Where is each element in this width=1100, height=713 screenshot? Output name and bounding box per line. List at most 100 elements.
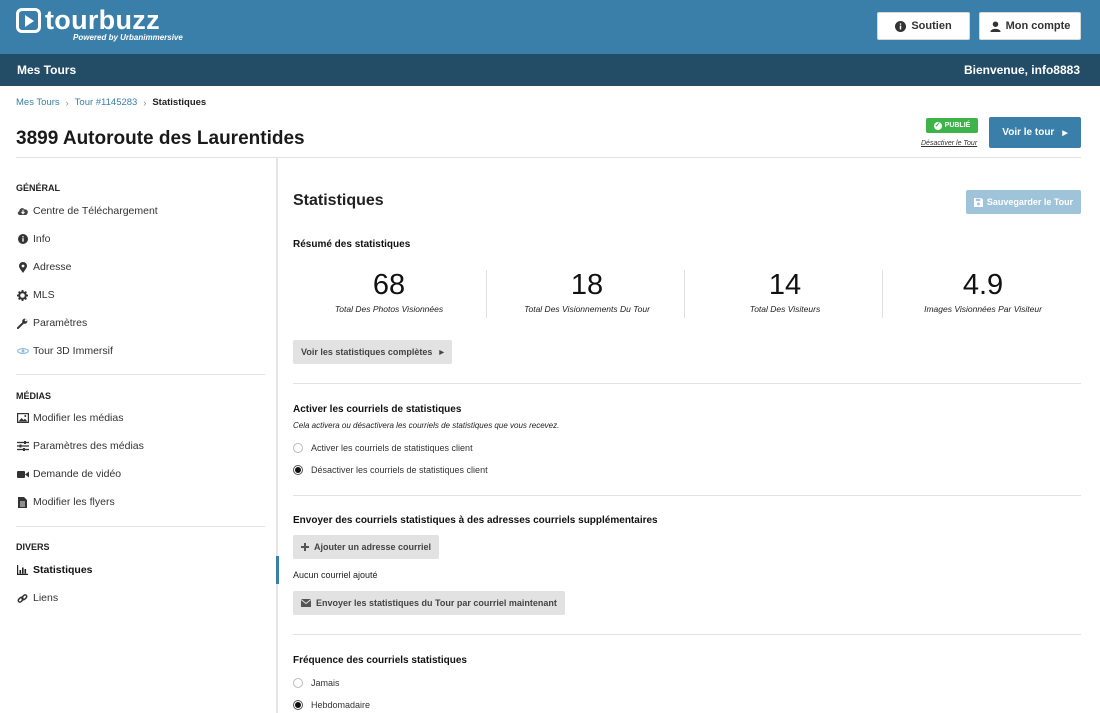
tourbuzz-logo[interactable]: tourbuzz Powered by Urbanimmersive [16,7,183,42]
sliders-icon [16,441,29,451]
top-header: tourbuzz Powered by Urbanimmersive Souti… [0,0,1100,54]
divider [293,634,1081,635]
email-toggle-description: Cela activera ou désactivera les courrie… [293,421,560,430]
radio-label: Hebdomadaire [311,700,371,710]
caret-right-icon: ▶ [439,349,445,356]
sidebar-item-info[interactable]: Info [16,231,51,247]
gear-icon [16,289,29,301]
sidebar-item-mls[interactable]: MLS [16,287,55,303]
info-icon [895,20,907,32]
sidebar-item-label: Modifier les médias [33,412,124,424]
bar-chart-icon [16,565,29,575]
divider [16,526,265,527]
radio-button-selected[interactable] [293,465,303,475]
sidebar-item-label: Tour 3D Immersif [33,345,113,357]
stat-value: 4.9 [962,269,1004,301]
info-icon [16,234,29,244]
logo-text: tourbuzz Powered by Urbanimmersive [45,5,183,43]
video-icon [16,470,29,479]
sidebar-item-settings[interactable]: Paramètres [16,315,87,331]
stat-label: Images Visionnées Par Visiteur [924,304,1042,314]
sidebar-item-download-center[interactable]: Centre de Téléchargement [16,203,158,219]
sidebar-item-statistics[interactable]: Statistiques [16,562,93,578]
nav-bar: Mes Tours Bienvenue, info8883 [0,54,1100,86]
divider [486,270,487,318]
logo-play-icon [16,8,41,33]
status-badge-label: PUBLIÉ [944,122,971,129]
caret-right-icon: ▶ [1062,129,1068,137]
save-tour-button[interactable]: Sauvegarder le Tour [966,190,1081,214]
sidebar-item-label: Paramètres des médias [33,440,144,452]
stat-value: 68 [372,269,406,301]
send-stats-now-label: Envoyer les statistiques du Tour par cou… [316,598,557,608]
radio-button[interactable] [293,678,303,688]
sidebar-item-video-request[interactable]: Demande de vidéo [16,466,121,482]
chevron-right-icon: › [65,97,69,108]
save-tour-label: Sauvegarder le Tour [986,197,1074,207]
sidebar-item-label: MLS [33,289,55,301]
check-circle-icon: ✓ [933,121,942,130]
no-email-text: Aucun courriel ajouté [293,570,378,580]
status-badge: ✓ PUBLIÉ [926,118,978,133]
file-icon [16,496,29,508]
stat-value: 14 [768,269,802,301]
breadcrumb: Mes Tours › Tour #1145283 › Statistiques [16,97,206,108]
link-icon [16,593,29,604]
view-tour-label: Voir le tour [1002,127,1055,138]
sidebar-section-media: MÉDIAS [16,391,52,401]
sidebar-section-general: GÉNÉRAL [16,183,61,193]
logo-name: tourbuzz [45,5,160,35]
stat-photos-viewed: 68 Total Des Photos Visionnées [290,268,488,320]
send-stats-now-button[interactable]: Envoyer les statistiques du Tour par cou… [293,591,565,615]
support-button[interactable]: Soutien [877,12,970,40]
add-email-label: Ajouter un adresse courriel [314,542,432,552]
active-indicator [276,556,279,584]
add-email-button[interactable]: Ajouter un adresse courriel [293,535,440,559]
divider [882,270,883,318]
sidebar-item-edit-media[interactable]: Modifier les médias [16,410,123,426]
chevron-right-icon: › [143,97,147,108]
divider [293,383,1081,384]
breadcrumb-tour[interactable]: Tour #1145283 [75,97,138,108]
sidebar-item-3d-tour[interactable]: Tour 3D Immersif [16,343,113,359]
account-button[interactable]: Mon compte [979,12,1081,40]
divider [684,270,685,318]
radio-label: Activer les courriels de statistiques cl… [311,443,473,453]
stat-label: Total Des Photos Visionnées [334,304,444,314]
deactivate-tour-link[interactable]: Désactiver le Tour [921,140,977,147]
divider [293,495,1081,496]
view-tour-button[interactable]: Voir le tour ▶ [989,117,1081,148]
floppy-disk-icon [973,197,983,207]
stat-visitors: 14 Total Des Visiteurs [686,268,884,320]
sidebar-item-links[interactable]: Liens [16,590,58,606]
radio-enable-emails[interactable]: Activer les courriels de statistiques cl… [293,443,473,453]
radio-disable-emails[interactable]: Désactiver les courriels de statistiques… [293,465,488,475]
sidebar-item-address[interactable]: Adresse [16,259,72,275]
sidebar-item-label: Modifier les flyers [33,496,115,508]
image-icon [16,413,29,423]
stat-images-per-visitor: 4.9 Images Visionnées Par Visiteur [884,268,1082,320]
cloud-download-icon [16,206,29,216]
radio-button-selected[interactable] [293,700,303,710]
user-icon [990,20,1001,32]
wrench-icon [16,318,29,329]
sidebar-item-label: Centre de Téléchargement [33,205,158,217]
sidebar-item-media-settings[interactable]: Paramètres des médias [16,438,144,454]
radio-never[interactable]: Jamais [293,678,340,688]
sidebar-item-edit-flyers[interactable]: Modifier les flyers [16,494,115,510]
stat-tour-views: 18 Total Des Visionnements Du Tour [488,268,686,320]
sidebar-item-label: Liens [33,592,59,604]
welcome-text: Bienvenue, info8883 [963,63,1080,77]
stat-label: Total Des Visionnements Du Tour [524,304,650,314]
sidebar-item-label: Statistiques [33,564,93,576]
summary-title: Résumé des statistiques [293,239,411,250]
radio-button[interactable] [293,443,303,453]
sidebar-section-misc: DIVERS [16,542,50,552]
radio-weekly[interactable]: Hebdomadaire [293,700,370,710]
sidebar-item-label: Adresse [33,261,72,273]
frequency-title: Fréquence des courriels statistiques [293,655,467,666]
breadcrumb-my-tours[interactable]: Mes Tours [16,97,60,108]
my-tours-link[interactable]: Mes Tours [17,63,76,77]
stat-label: Total Des Visiteurs [749,304,821,314]
full-stats-button[interactable]: Voir les statistiques complètes ▶ [293,340,453,364]
